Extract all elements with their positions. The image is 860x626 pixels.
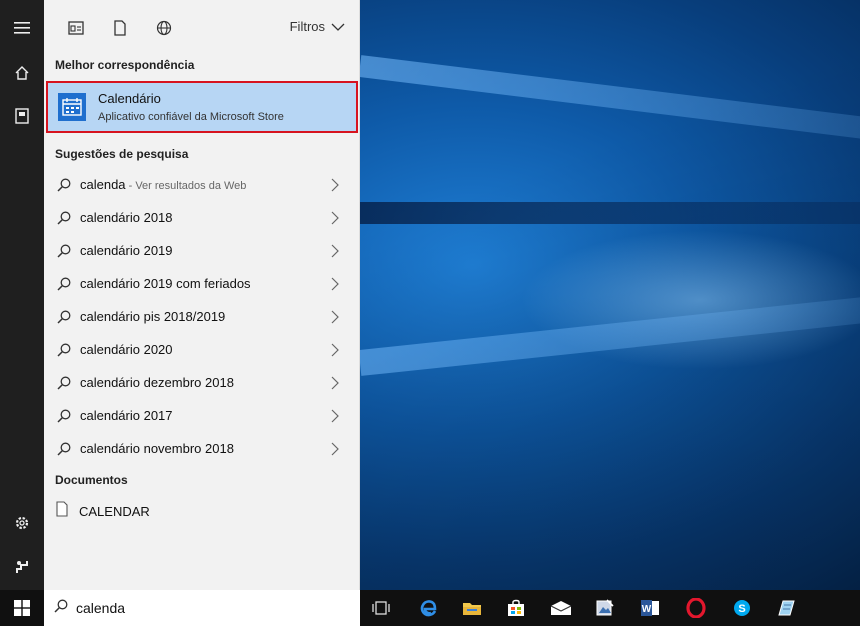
search-input[interactable] <box>76 600 336 616</box>
filters-label: Filtros <box>289 19 325 34</box>
notepad-icon[interactable] <box>766 592 806 624</box>
best-match-result[interactable]: Calendário Aplicativo confiável da Micro… <box>46 81 358 133</box>
suggestion-row[interactable]: calendário pis 2018/2019 <box>44 300 360 333</box>
taskbar: W S <box>0 590 860 626</box>
suggestion-web-hint: - Ver resultados da Web <box>125 180 247 192</box>
search-icon <box>54 277 74 291</box>
chevron-right-icon <box>328 442 342 456</box>
chevron-right-icon <box>328 244 342 258</box>
settings-gear-icon[interactable] <box>0 501 44 545</box>
suggestion-label: calendário dezembro 2018 <box>80 375 234 390</box>
search-icon <box>54 409 74 423</box>
suggestion-web-row[interactable]: calenda - Ver resultados da Web <box>44 168 360 201</box>
mail-icon[interactable] <box>541 592 581 624</box>
panel-toolbar: Filtros <box>44 0 359 56</box>
chevron-down-icon <box>331 23 345 31</box>
suggestion-row[interactable]: calendário novembro 2018 <box>44 432 360 465</box>
suggestion-label: calendário 2020 <box>80 342 173 357</box>
skype-icon[interactable]: S <box>722 592 762 624</box>
search-icon <box>54 310 74 324</box>
photo-app-icon[interactable] <box>585 592 625 624</box>
documents-filter-icon[interactable] <box>98 6 142 50</box>
document-result[interactable]: CALENDAR <box>44 495 360 527</box>
suggestion-label: calendário 2019 com feriados <box>80 276 251 291</box>
search-icon <box>54 599 68 618</box>
search-icon <box>54 376 74 390</box>
suggestion-label: calendário novembro 2018 <box>80 441 234 456</box>
chevron-right-icon <box>328 178 342 192</box>
notebook-icon[interactable] <box>0 94 44 138</box>
suggestion-label: calendário 2019 <box>80 243 173 258</box>
start-rail <box>0 0 44 590</box>
chevron-right-icon <box>328 409 342 423</box>
taskbar-search-box[interactable] <box>44 590 360 626</box>
suggestion-row[interactable]: calendário dezembro 2018 <box>44 366 360 399</box>
apps-filter-icon[interactable] <box>54 6 98 50</box>
document-name: CALENDAR <box>79 503 150 519</box>
home-icon[interactable] <box>0 51 44 95</box>
search-icon <box>54 442 74 456</box>
suggestion-row[interactable]: calendário 2019 com feriados <box>44 267 360 300</box>
calendar-app-icon <box>58 93 86 121</box>
search-icon <box>54 343 74 357</box>
best-match-heading: Melhor correspondência <box>55 58 195 72</box>
suggestion-row[interactable]: calendário 2020 <box>44 333 360 366</box>
opera-icon[interactable] <box>676 592 716 624</box>
search-results-panel: Filtros Melhor correspondência Calendári… <box>44 0 360 590</box>
suggestion-label: calendário 2018 <box>80 210 173 225</box>
document-file-icon <box>56 500 68 522</box>
suggestions-heading: Sugestões de pesquisa <box>55 147 189 161</box>
suggestion-row[interactable]: calendário 2017 <box>44 399 360 432</box>
search-icon <box>54 211 74 225</box>
web-filter-globe-icon[interactable] <box>142 6 186 50</box>
edge-browser-icon[interactable] <box>408 592 448 624</box>
chevron-right-icon <box>328 310 342 324</box>
svg-text:W: W <box>642 604 652 615</box>
suggestion-query: calenda <box>80 177 126 192</box>
suggestion-label: calendário 2017 <box>80 408 173 423</box>
chevron-right-icon <box>328 211 342 225</box>
store-icon[interactable] <box>496 592 536 624</box>
word-icon[interactable]: W <box>630 592 670 624</box>
feedback-icon[interactable] <box>0 545 44 589</box>
suggestion-row[interactable]: calendário 2019 <box>44 234 360 267</box>
suggestion-label: calendário pis 2018/2019 <box>80 309 226 324</box>
hamburger-menu-icon[interactable] <box>0 6 44 50</box>
chevron-right-icon <box>328 376 342 390</box>
best-match-subtitle: Aplicativo confiável da Microsoft Store <box>98 111 284 123</box>
suggestion-row[interactable]: calendário 2018 <box>44 201 360 234</box>
chevron-right-icon <box>328 277 342 291</box>
search-icon <box>54 244 74 258</box>
documents-heading: Documentos <box>55 473 128 487</box>
file-explorer-icon[interactable] <box>452 592 492 624</box>
svg-text:S: S <box>738 603 745 615</box>
task-view-icon[interactable] <box>361 592 401 624</box>
windows-start-icon[interactable] <box>0 590 44 626</box>
filters-dropdown[interactable]: Filtros <box>290 19 345 34</box>
best-match-title: Calendário <box>98 91 161 106</box>
chevron-right-icon <box>328 343 342 357</box>
search-icon <box>54 178 74 192</box>
